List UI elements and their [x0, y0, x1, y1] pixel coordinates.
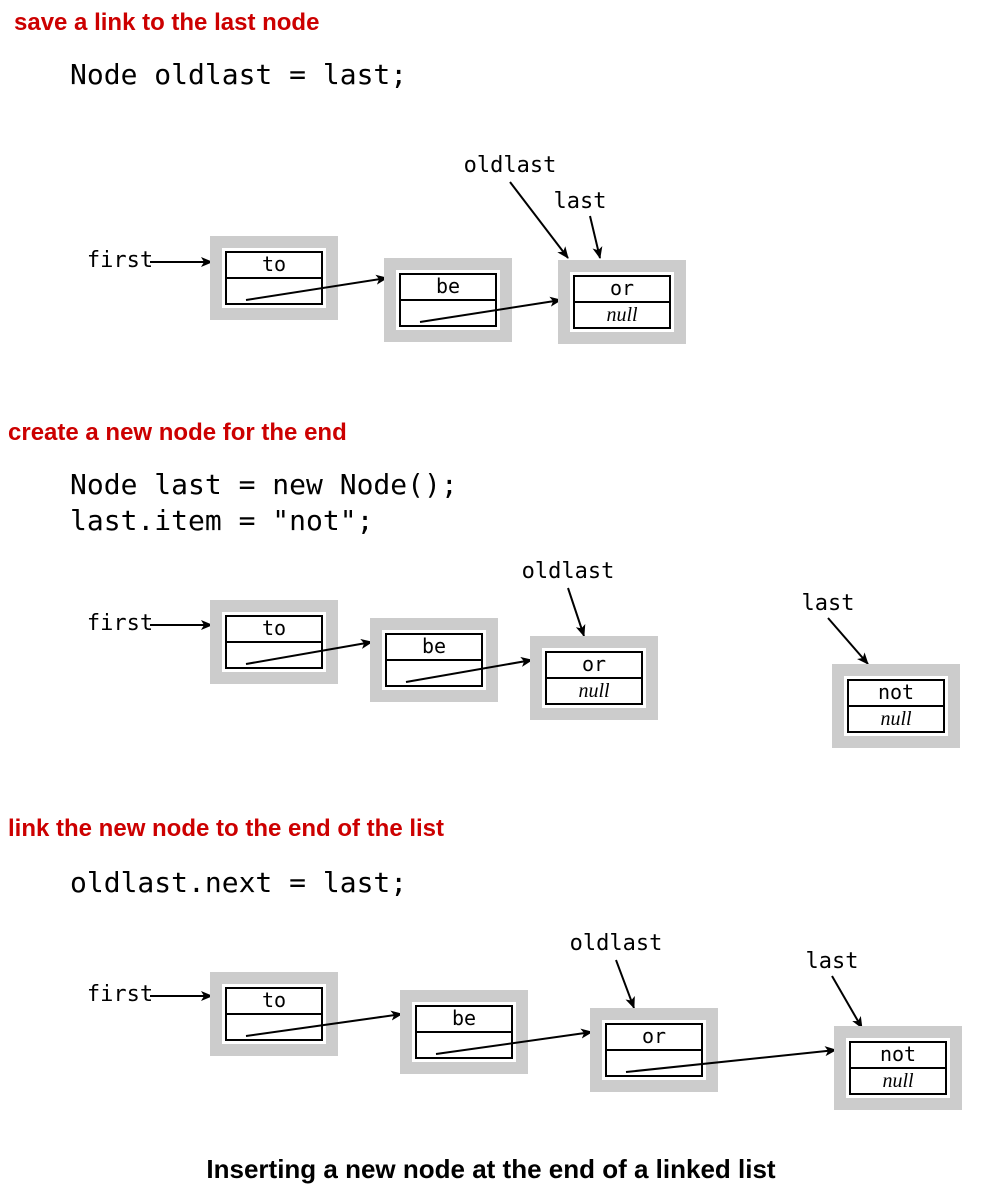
step-2-node-not: not null	[832, 664, 960, 748]
svg-text:to: to	[262, 988, 286, 1012]
step-2-oldlast-label: oldlast	[522, 559, 615, 584]
step-2-oldlast-arrow	[568, 588, 584, 636]
svg-text:be: be	[422, 634, 446, 658]
svg-text:null: null	[578, 680, 610, 702]
step-2-code-1: last.item = "not";	[70, 504, 373, 537]
step-1-node-to: to	[210, 236, 338, 320]
step-2-code-0: Node last = new Node();	[70, 468, 458, 501]
svg-text:or: or	[582, 652, 606, 676]
svg-text:null: null	[882, 1070, 914, 1092]
svg-text:or: or	[642, 1024, 666, 1048]
svg-text:to: to	[262, 252, 286, 276]
step-1-code-0: Node oldlast = last;	[70, 58, 407, 91]
svg-text:to: to	[262, 616, 286, 640]
step-3-last-arrow	[832, 976, 862, 1028]
step-3-header: link the new node to the end of the list	[8, 815, 444, 842]
svg-text:not: not	[878, 680, 914, 704]
step-2-last-arrow	[828, 618, 868, 664]
step-3-oldlast-label: oldlast	[570, 931, 663, 956]
step-1-last-arrow	[590, 216, 600, 258]
step-1-first-label: first	[87, 248, 153, 273]
step-3-node-be: be	[400, 990, 528, 1074]
step-2-last-label: last	[802, 591, 855, 616]
step-3-node-or: or	[590, 1008, 718, 1092]
svg-text:null: null	[880, 708, 912, 730]
step-1-oldlast-label: oldlast	[464, 153, 557, 178]
step-3-last-label: last	[806, 949, 859, 974]
step-3-first-label: first	[87, 982, 153, 1007]
step-3-node-to: to	[210, 972, 338, 1056]
step-3-code-0: oldlast.next = last;	[70, 866, 407, 899]
figure-caption: Inserting a new node at the end of a lin…	[206, 1154, 776, 1184]
step-1-node-be: be	[384, 258, 512, 342]
svg-text:be: be	[436, 274, 460, 298]
step-2-first-label: first	[87, 611, 153, 636]
step-1-node-or: or null	[558, 260, 686, 344]
linked-list-diagram: save a link to the last node Node oldlas…	[0, 0, 982, 1200]
step-1-last-label: last	[554, 189, 607, 214]
step-3-oldlast-arrow	[616, 960, 634, 1008]
step-2-header: create a new node for the end	[8, 419, 347, 446]
step-1-header: save a link to the last node	[14, 9, 319, 36]
svg-text:be: be	[452, 1006, 476, 1030]
step-2-node-or: or null	[530, 636, 658, 720]
step-2-node-to: to	[210, 600, 338, 684]
step-2-node-be: be	[370, 618, 498, 702]
step-3-node-not: not null	[834, 1026, 962, 1110]
svg-text:null: null	[606, 304, 638, 326]
svg-text:or: or	[610, 276, 634, 300]
svg-text:not: not	[880, 1042, 916, 1066]
